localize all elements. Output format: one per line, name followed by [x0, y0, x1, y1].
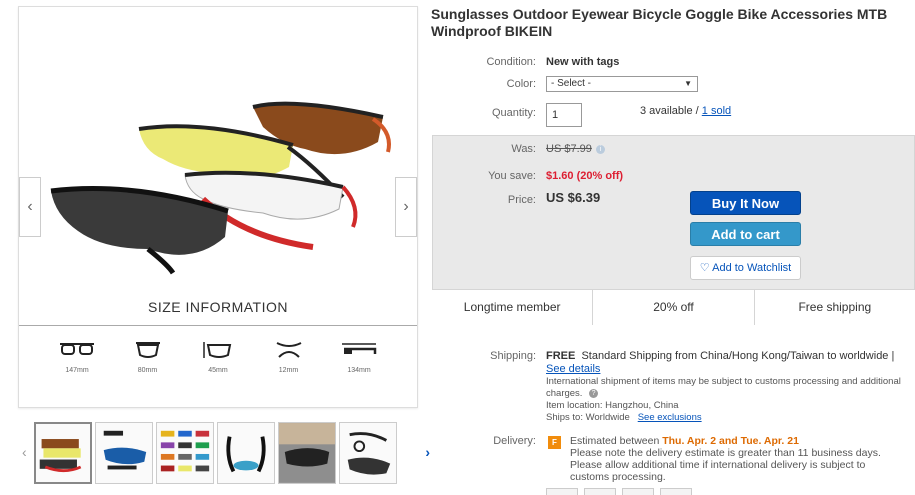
color-label: Color: — [506, 78, 536, 90]
size-diagram: 147mm 80mm 45mm 12mm 134mm — [49, 339, 387, 374]
size-height-item: 45mm — [190, 339, 246, 374]
gallery-prev-button[interactable]: ‹ — [19, 177, 41, 237]
price-label: Price: — [507, 194, 536, 206]
size-lens-value: 80mm — [137, 367, 158, 374]
flag-icon: F — [548, 436, 561, 449]
delivery-note-1: Please note the delivery estimate is gre… — [570, 447, 881, 459]
price-value: US $6.39 — [546, 190, 601, 205]
you-save-value: $1.60 (20% off) — [546, 170, 624, 182]
temple-length-icon — [342, 343, 377, 354]
delivery-note-2: Please allow additional time if internat… — [570, 459, 866, 483]
seller-badges: Longtime member 20% off Free shipping — [432, 289, 915, 325]
thumbnail-list — [34, 422, 397, 484]
frame-width-icon — [60, 343, 94, 355]
thumbnail[interactable] — [95, 422, 153, 484]
thumbnail-strip: ‹ › — [18, 422, 430, 488]
was-price: US $7.99 i — [546, 143, 605, 155]
lens-height-icon — [203, 342, 232, 358]
item-location: Item location: Hangzhou, China — [546, 400, 679, 411]
lens-width-icon — [135, 342, 160, 358]
badge-longtime-member: Longtime member — [432, 290, 594, 325]
add-to-cart-button[interactable]: Add to cart — [690, 222, 801, 246]
shipping-info: FREE Standard Shipping from China/Hong K… — [546, 350, 911, 424]
delivery-prefix: Estimated between — [570, 435, 660, 447]
shipping-summary: FREE Standard Shipping from China/Hong K… — [546, 350, 911, 363]
quantity-input[interactable]: 1 — [546, 103, 582, 127]
bridge-width-icon — [276, 342, 301, 358]
available-text: 3 available / — [640, 105, 699, 117]
payment-icons — [546, 488, 692, 495]
payment-icon — [660, 488, 692, 495]
thumbnail[interactable] — [339, 422, 397, 484]
sold-link[interactable]: 1 sold — [702, 105, 731, 117]
see-details-link[interactable]: See details — [546, 363, 600, 375]
chevron-left-icon[interactable]: ‹ — [22, 444, 27, 460]
thumbnail[interactable] — [34, 422, 92, 484]
badge-discount: 20% off — [593, 290, 755, 325]
shipping-desc: Standard Shipping from China/Hong Kong/T… — [581, 350, 895, 362]
thumbnail[interactable] — [156, 422, 214, 484]
intl-note-text: International shipment of items may be s… — [546, 376, 901, 399]
payment-icon — [584, 488, 616, 495]
chevron-right-icon: › — [403, 198, 409, 215]
payment-icon — [546, 488, 578, 495]
intl-shipment-note: International shipment of items may be s… — [546, 376, 911, 400]
color-select-value: - Select - — [551, 78, 592, 89]
size-height-value: 45mm — [208, 367, 228, 374]
add-to-watchlist-button[interactable]: ♡ Add to Watchlist — [690, 256, 801, 280]
thumbnail[interactable] — [278, 422, 336, 484]
heart-icon: ♡ — [699, 262, 710, 274]
condition-value: New with tags — [546, 56, 620, 68]
caret-down-icon: ▼ — [684, 79, 692, 88]
size-lens-item: 80mm — [120, 339, 176, 374]
was-label: Was: — [511, 143, 536, 155]
product-gallery: ‹ › SIZE INFORMATION 147mm 80mm 45mm 12m… — [18, 6, 418, 408]
black-sunglasses-image — [50, 186, 229, 275]
size-width-value: 147mm — [65, 367, 89, 374]
product-title: Sunglasses Outdoor Eyewear Bicycle Goggl… — [431, 6, 888, 39]
ships-to-value: Ships to: Worldwide — [546, 412, 630, 423]
color-select[interactable]: - Select - ▼ — [546, 76, 698, 92]
divider — [19, 325, 417, 326]
size-temple-value: 134mm — [347, 367, 371, 374]
size-width-item: 147mm — [49, 339, 105, 374]
size-information-title: SIZE INFORMATION — [148, 299, 288, 315]
delivery-info: Estimated between Thu. Apr. 2 and Tue. A… — [570, 435, 900, 483]
delivery-label: Delivery: — [493, 435, 536, 447]
help-icon[interactable]: ? — [589, 388, 599, 398]
delivery-dates: Thu. Apr. 2 and Tue. Apr. 21 — [662, 435, 799, 447]
size-bridge-item: 12mm — [261, 339, 317, 374]
was-price-value: US $7.99 — [546, 143, 592, 155]
shipping-label: Shipping: — [490, 350, 536, 362]
chevron-right-icon[interactable]: › — [425, 444, 430, 460]
thumbnail[interactable] — [217, 422, 275, 484]
you-save-label: You save: — [488, 170, 536, 182]
gallery-next-button[interactable]: › — [395, 177, 417, 237]
payment-icon — [622, 488, 654, 495]
shipping-free: FREE — [546, 350, 576, 362]
condition-label: Condition: — [486, 56, 536, 68]
badge-free-shipping: Free shipping — [798, 300, 872, 314]
product-image — [50, 101, 391, 275]
see-exclusions-link[interactable]: See exclusions — [638, 412, 702, 423]
info-icon[interactable]: i — [595, 144, 605, 154]
buy-it-now-button[interactable]: Buy It Now — [690, 191, 801, 215]
size-bridge-value: 12mm — [278, 367, 299, 374]
ships-to: Ships to: Worldwide See exclusions — [546, 412, 911, 424]
size-temple-item: 134mm — [331, 339, 387, 374]
availability: 3 available / 1 sold — [640, 105, 731, 117]
chevron-left-icon: ‹ — [27, 198, 33, 215]
watchlist-label: Add to Watchlist — [712, 262, 792, 274]
quantity-label: Quantity: — [491, 107, 536, 119]
